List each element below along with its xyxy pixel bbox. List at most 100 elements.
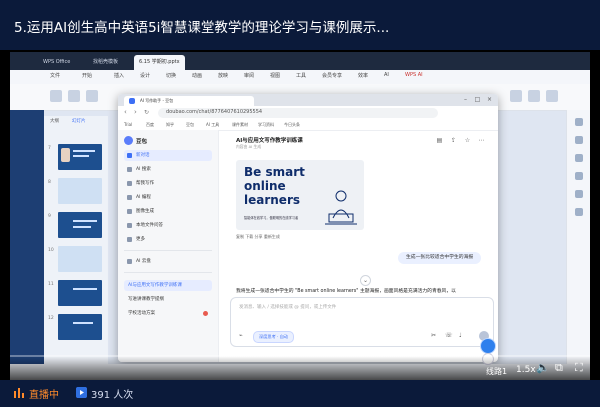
maximize-icon[interactable]: □ (474, 96, 481, 103)
bookmark-item[interactable]: 豆包 (186, 122, 194, 128)
wps-menubar: 文件 开始 插入 设计 切换 动画 放映 审阅 视图 工具 会员专享 效率 AI… (10, 70, 590, 85)
wps-tab-templates[interactable]: 找稻壳模板 (88, 55, 123, 70)
menu-view[interactable]: 视图 (270, 72, 280, 79)
playback-progress-bar[interactable] (10, 355, 590, 357)
sidebar-item-more[interactable]: 更多 (124, 234, 212, 245)
slide-number: 11 (48, 282, 54, 287)
ribbon-button[interactable] (528, 90, 540, 102)
minimize-icon[interactable]: – (462, 96, 469, 103)
slide-number: 10 (48, 248, 54, 253)
menu-efficiency[interactable]: 效率 (358, 72, 368, 79)
live-status: 直播中 (29, 390, 59, 401)
slide-thumbnail[interactable] (58, 280, 102, 306)
ribbon-button[interactable] (86, 90, 98, 102)
scissors-icon[interactable]: ✂ (431, 333, 436, 339)
wps-tab-home[interactable]: WPS Office (38, 55, 75, 70)
document-icon[interactable]: ▤ (436, 137, 443, 144)
slide-number: 12 (48, 316, 54, 321)
share-icon[interactable]: ⇪ (450, 137, 457, 144)
slide-thumbnail[interactable] (58, 178, 102, 204)
bookmark-item[interactable]: 课件素材 (232, 122, 248, 128)
fullscreen-icon[interactable]: ⛶ (575, 362, 583, 374)
forward-icon[interactable]: › (134, 108, 137, 116)
quality-selector[interactable]: 线路1 (486, 366, 507, 377)
browser-tab-bar: AI 写作助手 - 豆包 – □ × (118, 94, 498, 106)
menu-slideshow[interactable]: 放映 (218, 72, 228, 79)
history-item[interactable]: 学校活动方案 (124, 308, 212, 319)
wps-tab-document[interactable]: 6.15 学期初.pptx (134, 55, 185, 70)
slide-thumbnail[interactable] (58, 212, 102, 238)
phone-icon[interactable]: ☏ (445, 333, 453, 339)
bookmark-item[interactable]: AI 工具 (206, 122, 219, 128)
wps-ai-button[interactable]: WPS AI (405, 72, 423, 78)
ribbon-button[interactable] (546, 90, 558, 102)
menu-design[interactable]: 设计 (140, 72, 150, 79)
sidebar-item-image[interactable]: 图像生成 (124, 206, 212, 217)
sidebar-item-file-qa[interactable]: 本地文件问答 (124, 220, 212, 231)
browser-tab[interactable]: AI 写作助手 - 豆包 (124, 96, 254, 106)
file-icon (127, 223, 132, 228)
generated-poster-image[interactable]: Be smart online learners 智能体在线学习，做聪明的在线学… (236, 160, 364, 230)
bookmark-item[interactable]: Trial (124, 122, 132, 127)
sidebar-item-ai-search[interactable]: AI 搜索 (124, 164, 212, 175)
title-bar: 5.运用AI创生高中英语5i智慧课堂教学的理论学习与课例展示... (0, 0, 600, 50)
rail-tool-icon[interactable] (575, 172, 583, 180)
close-icon[interactable]: × (486, 96, 493, 103)
menu-transition[interactable]: 切换 (166, 72, 176, 79)
url-field[interactable]: doubao.com/chat/8776407610295554 (158, 108, 438, 118)
back-icon[interactable]: ‹ (124, 108, 127, 116)
poster-line1: Be smart (244, 165, 305, 179)
rail-tool-icon[interactable] (575, 190, 583, 198)
bookmark-item[interactable]: 学习资料 (258, 122, 274, 128)
sidebar-item-new-chat[interactable]: 新对话 (124, 150, 212, 161)
pen-icon (127, 181, 132, 186)
thumb-tab-outline[interactable]: 大纲 (50, 118, 59, 124)
speed-selector[interactable]: 1.5x (516, 364, 536, 376)
sidebar-item-coding[interactable]: AI 编程 (124, 192, 212, 203)
attach-icon[interactable]: ⌁ (239, 333, 243, 339)
ribbon-button[interactable] (68, 90, 80, 102)
deep-think-button[interactable]: 深度思考 · 自动 (253, 331, 295, 343)
thumb-tab-slides[interactable]: 幻灯片 (72, 118, 86, 124)
doubao-favicon-icon (129, 98, 135, 104)
ribbon-button[interactable] (510, 90, 522, 102)
picture-in-picture-icon[interactable]: ⧉ (555, 362, 563, 374)
menu-tools[interactable]: 工具 (296, 72, 306, 79)
menu-animation[interactable]: 动画 (192, 72, 202, 79)
video-frame[interactable]: WPS Office 找稻壳模板 6.15 学期初.pptx 文件 开始 插入 … (10, 52, 590, 380)
assistant-floating-icon[interactable] (480, 338, 496, 354)
menu-review[interactable]: 审阅 (244, 72, 254, 79)
image-icon (127, 209, 132, 214)
bookmark-item[interactable]: 百度 (146, 122, 154, 128)
slide-thumbnail[interactable] (58, 314, 102, 340)
scroll-down-icon[interactable]: ⌄ (360, 275, 371, 286)
slide-thumbnail[interactable] (58, 246, 102, 272)
poster-line3: learners (244, 193, 301, 207)
menu-insert[interactable]: 插入 (114, 72, 124, 79)
volume-icon[interactable]: 🔈 (536, 362, 550, 374)
student-laptop-illustration-icon (325, 190, 357, 225)
menu-home[interactable]: 开始 (82, 72, 92, 79)
star-icon[interactable]: ☆ (464, 137, 471, 144)
menu-file[interactable]: 文件 (50, 72, 60, 79)
more-options-icon[interactable]: ⋯ (478, 137, 485, 144)
ribbon-button[interactable] (50, 90, 62, 102)
menu-member[interactable]: 会员专享 (322, 72, 342, 79)
rail-tool-icon[interactable] (575, 118, 583, 126)
bookmark-item[interactable]: 今日头条 (284, 122, 300, 128)
chat-input-box[interactable]: 发消息、输入 / 选择技能或 @ 提问，或上传文件 ⌁ 深度思考 · 自动 ✂ … (230, 297, 494, 347)
sidebar-item-writing[interactable]: 帮我写作 (124, 178, 212, 189)
history-item[interactable]: 写进讲课教学提纲 (124, 294, 212, 305)
message-actions[interactable]: 复制 下载 分享 重新生成 (236, 234, 280, 240)
sidebar-item-ai-cloud[interactable]: AI 云盘 (124, 256, 212, 267)
menu-ai[interactable]: AI (384, 72, 389, 78)
microphone-icon[interactable]: ♩ (459, 333, 462, 339)
history-item[interactable]: AI与应用文写作教学训练课 (124, 280, 212, 291)
rail-tool-icon[interactable] (575, 154, 583, 162)
rail-tool-icon[interactable] (575, 208, 583, 216)
bookmark-item[interactable]: 知乎 (166, 122, 174, 128)
rail-tool-icon[interactable] (575, 136, 583, 144)
right-tool-rail (566, 110, 590, 380)
slide-thumbnail[interactable] (58, 144, 102, 170)
reload-icon[interactable]: ↻ (144, 109, 149, 116)
